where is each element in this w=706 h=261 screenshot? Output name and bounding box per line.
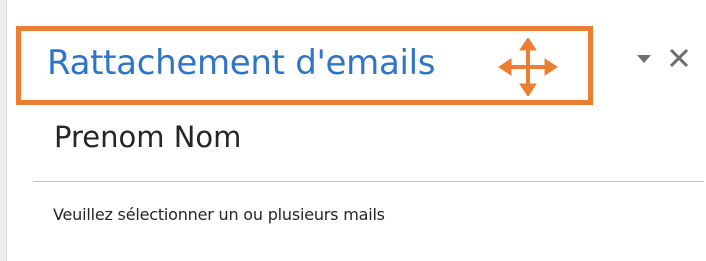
- instruction-text: Veuillez sélectionner un ou plusieurs ma…: [53, 205, 385, 224]
- move-icon[interactable]: [497, 38, 559, 96]
- pane-left-edge: [0, 0, 7, 261]
- close-icon[interactable]: [668, 47, 690, 69]
- task-pane: Rattachement d'emails Prenom Nom Veuille…: [0, 0, 706, 261]
- divider: [33, 181, 704, 182]
- chevron-down-icon[interactable]: [636, 52, 652, 66]
- user-name: Prenom Nom: [54, 120, 242, 154]
- pane-title[interactable]: Rattachement d'emails: [47, 41, 436, 85]
